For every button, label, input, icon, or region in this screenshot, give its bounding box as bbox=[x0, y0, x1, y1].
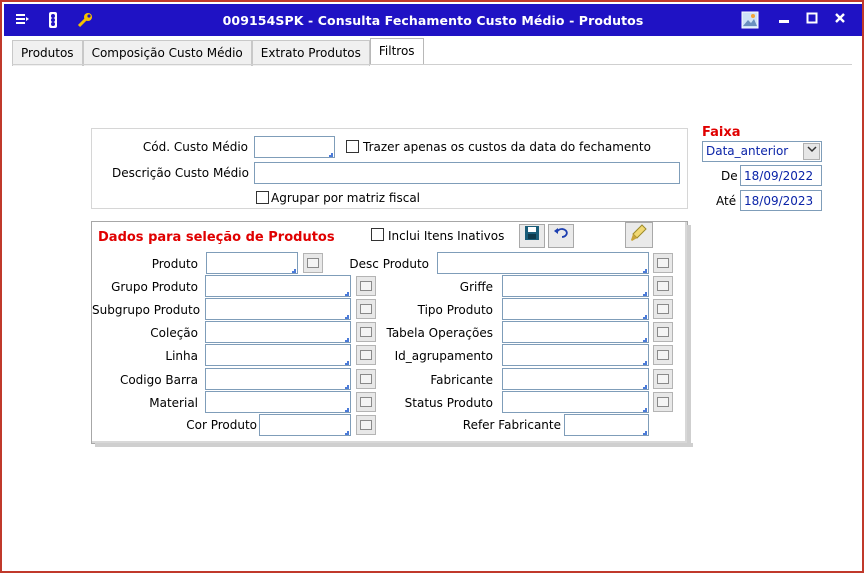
filter-panel: Cód. Custo Médio Trazer apenas os custos… bbox=[91, 128, 688, 209]
tab-composicao-custo-medio[interactable]: Composição Custo Médio bbox=[82, 40, 252, 66]
status-produto-lookup-icon[interactable] bbox=[653, 392, 673, 412]
descricao-custo-medio-label: Descrição Custo Médio bbox=[112, 166, 249, 180]
ate-date-input[interactable]: 18/09/2023 bbox=[740, 190, 822, 211]
chevron-down-icon[interactable] bbox=[803, 143, 820, 160]
close-button[interactable] bbox=[830, 11, 850, 29]
grupo-produto-input[interactable] bbox=[205, 275, 351, 297]
maximize-button[interactable] bbox=[802, 11, 822, 29]
produto-label: Produto bbox=[151, 257, 198, 271]
agrupar-matriz-checkbox[interactable] bbox=[256, 191, 269, 204]
section-title: Dados para seleção de Produtos bbox=[98, 230, 335, 245]
produtos-selection-box: Dados para seleção de Produtos Inclui It… bbox=[91, 221, 693, 447]
id-agrupamento-lookup-icon[interactable] bbox=[653, 345, 673, 365]
undo-button[interactable] bbox=[548, 224, 574, 248]
refer-fabricante-label: Refer Fabricante bbox=[462, 418, 561, 432]
tabela-operacoes-label: Tabela Operações bbox=[386, 326, 493, 340]
linha-label: Linha bbox=[165, 349, 198, 363]
inclui-inativos-label: Inclui Itens Inativos bbox=[388, 229, 505, 243]
fabricante-label: Fabricante bbox=[430, 373, 493, 387]
tab-filtros[interactable]: Filtros bbox=[369, 38, 424, 65]
status-produto-input[interactable] bbox=[502, 391, 649, 413]
desc-produto-label: Desc Produto bbox=[349, 257, 429, 271]
grupo-produto-label: Grupo Produto bbox=[111, 280, 198, 294]
id-agrupamento-label: Id_agrupamento bbox=[394, 349, 493, 363]
linha-input[interactable] bbox=[205, 344, 351, 366]
colecao-input[interactable] bbox=[205, 321, 351, 343]
codigo-barra-label: Codigo Barra bbox=[119, 373, 198, 387]
colecao-label: Coleção bbox=[150, 326, 198, 340]
tab-produtos[interactable]: Produtos bbox=[12, 40, 83, 66]
tabela-operacoes-input[interactable] bbox=[502, 321, 649, 343]
refer-fabricante-input[interactable] bbox=[564, 414, 649, 436]
cod-custo-medio-input[interactable] bbox=[254, 136, 335, 158]
tipo-produto-label: Tipo Produto bbox=[417, 303, 493, 317]
cor-produto-label: Cor Produto bbox=[186, 418, 257, 432]
griffe-label: Griffe bbox=[459, 280, 493, 294]
minimize-button[interactable] bbox=[774, 11, 794, 29]
id-agrupamento-input[interactable] bbox=[502, 344, 649, 366]
trazer-apenas-checkbox[interactable] bbox=[346, 140, 359, 153]
tab-extrato-produtos[interactable]: Extrato Produtos bbox=[251, 40, 370, 66]
trazer-apenas-label: Trazer apenas os custos da data do fecha… bbox=[363, 140, 651, 154]
save-button[interactable] bbox=[519, 224, 545, 248]
griffe-lookup-icon[interactable] bbox=[653, 276, 673, 296]
tabela-operacoes-lookup-icon[interactable] bbox=[653, 322, 673, 342]
agrupar-matriz-label: Agrupar por matriz fiscal bbox=[271, 191, 421, 205]
cor-produto-input[interactable] bbox=[259, 414, 351, 436]
tipo-produto-input[interactable] bbox=[502, 298, 649, 320]
faixa-select[interactable]: Data_anterior bbox=[702, 141, 822, 162]
cod-custo-medio-label: Cód. Custo Médio bbox=[142, 140, 248, 154]
subgrupo-produto-input[interactable] bbox=[205, 298, 351, 320]
desc-produto-input[interactable] bbox=[437, 252, 649, 274]
tipo-produto-lookup-icon[interactable] bbox=[653, 299, 673, 319]
material-input[interactable] bbox=[205, 391, 351, 413]
tab-bar: Produtos Composição Custo Médio Extrato … bbox=[12, 38, 424, 66]
de-date-input[interactable]: 18/09/2022 bbox=[740, 165, 822, 186]
clear-filters-button[interactable] bbox=[625, 222, 653, 248]
ate-label: Até bbox=[716, 194, 737, 208]
inclui-inativos-checkbox[interactable] bbox=[371, 228, 384, 241]
material-label: Material bbox=[149, 396, 198, 410]
produto-input[interactable] bbox=[206, 252, 298, 274]
window-frame: 009154SPK - Consulta Fechamento Custo Mé… bbox=[0, 0, 864, 573]
desc-produto-lookup-icon[interactable] bbox=[653, 253, 673, 273]
tab-divider bbox=[12, 64, 852, 65]
griffe-input[interactable] bbox=[502, 275, 649, 297]
cor-produto-lookup-icon[interactable] bbox=[356, 415, 376, 435]
image-icon[interactable] bbox=[740, 11, 760, 29]
fabricante-lookup-icon[interactable] bbox=[653, 369, 673, 389]
subgrupo-produto-label: Subgrupo Produto bbox=[92, 303, 201, 317]
de-label: De bbox=[721, 169, 738, 183]
fabricante-input[interactable] bbox=[502, 368, 649, 390]
descricao-custo-medio-input[interactable] bbox=[254, 162, 680, 184]
faixa-select-value: Data_anterior bbox=[706, 144, 789, 158]
status-produto-label: Status Produto bbox=[404, 396, 493, 410]
codigo-barra-input[interactable] bbox=[205, 368, 351, 390]
title-bar: 009154SPK - Consulta Fechamento Custo Mé… bbox=[4, 4, 862, 36]
faixa-label: Faixa bbox=[702, 125, 741, 140]
window-title: 009154SPK - Consulta Fechamento Custo Mé… bbox=[222, 13, 644, 28]
